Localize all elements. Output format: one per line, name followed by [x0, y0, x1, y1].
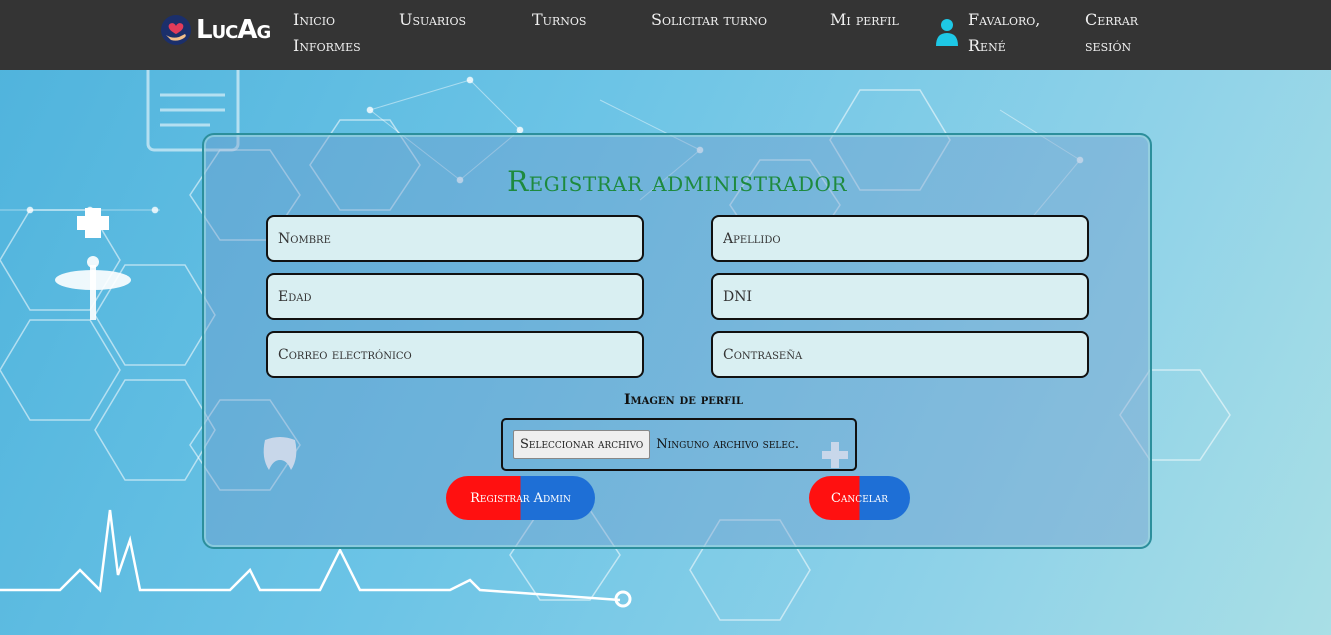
dni-input[interactable]	[711, 273, 1089, 320]
edad-input[interactable]	[266, 273, 644, 320]
nav-solicitar-turno[interactable]: Solicitar turno	[651, 7, 767, 33]
brand[interactable]: LucAg	[160, 14, 271, 46]
select-file-button[interactable]: Seleccionar archivo	[513, 430, 651, 459]
navbar: LucAg Inicio Informes Usuarios Turnos So…	[0, 0, 1331, 70]
user-icon	[936, 19, 958, 46]
register-admin-button[interactable]: Registrar Admin	[446, 476, 595, 520]
correo-input[interactable]	[266, 331, 644, 378]
nav-turnos[interactable]: Turnos	[532, 7, 586, 33]
brand-name: LucAg	[196, 15, 271, 45]
file-status: Ninguno archivo selec.	[656, 437, 799, 452]
cancel-button[interactable]: Cancelar	[809, 476, 910, 520]
nombre-input[interactable]	[266, 215, 644, 262]
nav-inicio[interactable]: Inicio	[293, 7, 335, 33]
apellido-input[interactable]	[711, 215, 1089, 262]
user-name[interactable]: Favaloro, René	[968, 7, 1058, 59]
contrasena-input[interactable]	[711, 331, 1089, 378]
register-admin-card: Registrar administrador Imagen de perfil…	[202, 133, 1152, 549]
nav-usuarios[interactable]: Usuarios	[399, 7, 466, 33]
nav-informes[interactable]: Informes	[293, 33, 361, 59]
form-title: Registrar administrador	[507, 165, 847, 198]
nav-mi-perfil[interactable]: Mi perfil	[830, 7, 899, 33]
imagen-perfil-label: Imagen de perfil	[624, 392, 743, 408]
logout-link[interactable]: Cerrar sesión	[1085, 7, 1155, 59]
heart-hand-logo-icon	[161, 15, 191, 45]
file-picker: Seleccionar archivo Ninguno archivo sele…	[501, 418, 857, 471]
